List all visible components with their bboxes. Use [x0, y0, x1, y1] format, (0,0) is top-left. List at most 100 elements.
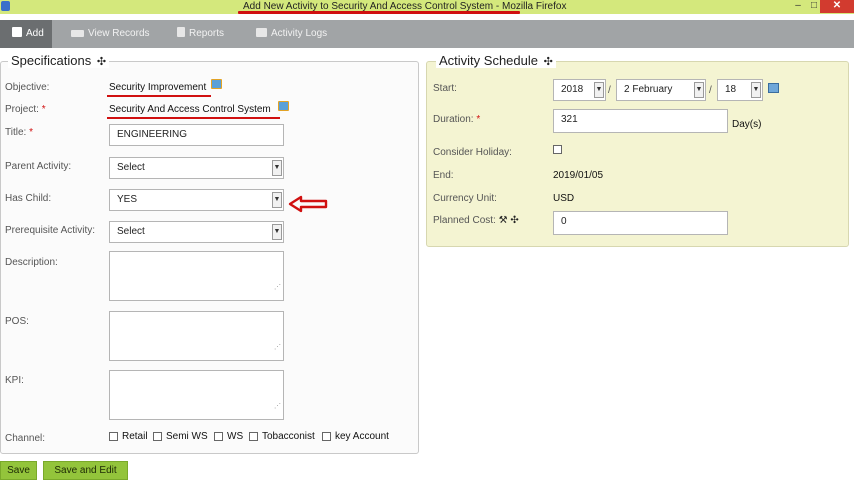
resize-grip-icon[interactable]: ⋰: [274, 397, 281, 417]
activity-schedule-legend: Activity Schedule ✣: [436, 53, 556, 68]
start-day-select[interactable]: 18 ▼: [717, 79, 763, 101]
start-year-select[interactable]: 2018 ▼: [553, 79, 606, 101]
toolbar-reports-button[interactable]: Reports: [177, 20, 224, 48]
save-and-edit-button[interactable]: Save and Edit: [43, 461, 128, 480]
annotation-arrow-icon: [288, 195, 328, 213]
objective-label: Objective:: [5, 82, 50, 93]
date-separator: /: [608, 85, 611, 96]
toolbar: Add View Records Reports Activity Logs: [0, 20, 854, 48]
channel-ws-label: WS: [227, 431, 244, 442]
project-annotation-underline: [107, 117, 280, 119]
toolbar-activity-logs-label: Activity Logs: [271, 28, 328, 39]
end-label: End:: [433, 170, 454, 181]
parent-activity-label: Parent Activity:: [5, 161, 72, 172]
consider-holiday-label: Consider Holiday:: [433, 147, 512, 158]
project-value: Security And Access Control System: [109, 104, 271, 115]
kpi-label: KPI:: [5, 375, 24, 386]
toolbar-view-records-button[interactable]: View Records: [71, 20, 150, 48]
resize-grip-icon[interactable]: ⋰: [274, 338, 281, 358]
planned-cost-label-text: Planned Cost:: [433, 215, 496, 226]
project-label: Project: *: [5, 104, 46, 115]
pos-textarea[interactable]: ⋰: [109, 311, 284, 361]
required-marker: *: [476, 114, 481, 125]
description-textarea[interactable]: ⋰: [109, 251, 284, 301]
start-year-value: 2018: [561, 84, 584, 95]
chevron-down-icon: ▼: [272, 160, 282, 176]
description-label: Description:: [5, 257, 58, 268]
chevron-down-icon: ▼: [272, 192, 282, 208]
channel-tobacconist-checkbox[interactable]: [249, 432, 258, 441]
channel-retail-checkbox[interactable]: [109, 432, 118, 441]
duration-label: Duration: *: [433, 114, 480, 125]
start-day-value: 18: [725, 84, 737, 95]
move-icon[interactable]: ✣: [97, 56, 106, 68]
has-child-value: YES: [117, 194, 138, 205]
currency-unit-value: USD: [553, 193, 575, 204]
edit-project-icon[interactable]: [278, 101, 289, 111]
date-separator: /: [709, 85, 712, 96]
activity-schedule-title: Activity Schedule: [439, 53, 538, 68]
channel-semi-ws-label: Semi WS: [166, 431, 208, 442]
planned-cost-label: Planned Cost: ⚒ ✣: [433, 215, 519, 226]
chevron-down-icon: ▼: [751, 82, 761, 98]
move-icon[interactable]: ✣: [510, 215, 518, 226]
end-value: 2019/01/05: [553, 170, 604, 181]
window-title-bar: Add New Activity to Security And Access …: [0, 0, 854, 14]
channel-retail-label: Retail: [122, 431, 148, 442]
consider-holiday-checkbox[interactable]: [553, 145, 562, 154]
duration-label-text: Duration:: [433, 114, 474, 125]
required-marker: *: [41, 104, 46, 115]
channel-ws-checkbox[interactable]: [214, 432, 223, 441]
currency-unit-label: Currency Unit:: [433, 193, 497, 204]
parent-activity-value: Select: [117, 162, 145, 173]
resize-grip-icon[interactable]: ⋰: [274, 278, 281, 298]
channel-key-account-checkbox[interactable]: [322, 432, 331, 441]
edit-objective-icon[interactable]: [211, 79, 222, 89]
chart-icon: [177, 27, 185, 37]
channel-semi-ws-checkbox[interactable]: [153, 432, 162, 441]
start-label: Start:: [433, 83, 457, 94]
title-label-text: Title:: [5, 127, 27, 138]
required-marker: *: [29, 127, 33, 138]
save-button[interactable]: Save: [0, 461, 37, 480]
objective-value: Security Improvement: [109, 82, 207, 93]
has-child-label: Has Child:: [5, 193, 52, 204]
toolbar-reports-label: Reports: [189, 28, 225, 39]
channel-tobacconist-label: Tobacconist: [262, 431, 315, 442]
has-child-select[interactable]: YES ▼: [109, 189, 284, 211]
specifications-legend: Specifications ✣: [8, 53, 110, 68]
channel-key-account-label: key Account: [335, 431, 389, 442]
calendar-icon[interactable]: [768, 83, 779, 93]
duration-unit: Day(s): [732, 119, 762, 130]
prerequisite-activity-select[interactable]: Select ▼: [109, 221, 284, 243]
title-annotation-underline: [238, 11, 520, 14]
chevron-down-icon: ▼: [594, 82, 604, 98]
log-icon: [256, 28, 267, 37]
start-month-select[interactable]: 2 February ▼: [616, 79, 706, 101]
toolbar-activity-logs-button[interactable]: Activity Logs: [256, 20, 327, 48]
chevron-down-icon: ▼: [694, 82, 704, 98]
start-month-value: 2 February: [624, 84, 673, 95]
wrench-icon[interactable]: ⚒: [499, 215, 508, 226]
close-button[interactable]: ✕: [820, 0, 854, 13]
toolbar-add-button[interactable]: Add: [0, 20, 52, 48]
kpi-textarea[interactable]: ⋰: [109, 370, 284, 420]
move-icon[interactable]: ✣: [544, 56, 553, 68]
planned-cost-input[interactable]: 0: [553, 211, 728, 235]
parent-activity-select[interactable]: Select ▼: [109, 157, 284, 179]
duration-input[interactable]: 321: [553, 109, 728, 133]
pos-label: POS:: [5, 316, 29, 327]
list-icon: [71, 30, 84, 37]
objective-annotation-underline: [107, 95, 211, 97]
prerequisite-activity-value: Select: [117, 226, 145, 237]
specifications-title: Specifications: [11, 53, 92, 68]
firefox-icon: [1, 1, 10, 11]
project-label-text: Project:: [5, 104, 39, 115]
toolbar-view-records-label: View Records: [88, 28, 150, 39]
title-label: Title: *: [5, 127, 33, 138]
add-document-icon: [12, 27, 22, 37]
chevron-down-icon: ▼: [272, 224, 282, 240]
channel-label: Channel:: [5, 433, 46, 444]
toolbar-add-label: Add: [26, 28, 44, 39]
title-input[interactable]: ENGINEERING: [109, 124, 284, 146]
